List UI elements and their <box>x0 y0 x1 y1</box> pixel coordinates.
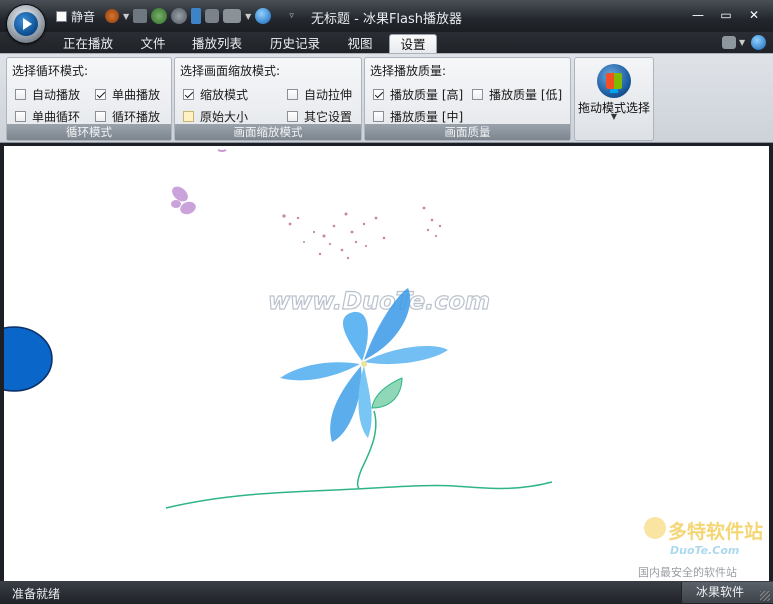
single-loop-checkbox[interactable] <box>15 111 26 122</box>
zoom-mode-group: 选择画面缩放模式: 缩放模式 自动拉伸 原始大小 其它设置 画面缩放模式 <box>174 57 362 141</box>
status-brand: 冰果软件 <box>681 582 773 603</box>
auto-play-checkbox[interactable] <box>15 89 26 100</box>
quality-medium-label: 播放质量 [中] <box>390 110 464 124</box>
status-text: 准备就绪 <box>12 587 61 601</box>
butterfly-shape <box>171 186 196 215</box>
loop-mode-footer: 循环模式 <box>7 124 171 140</box>
pink-dots-shape <box>282 206 442 260</box>
quality-medium-option[interactable]: 播放质量 [中] <box>373 108 463 125</box>
single-loop-label: 单曲循环 <box>32 110 81 124</box>
other-settings-option[interactable]: 其它设置 <box>287 108 352 125</box>
scale-mode-option[interactable]: 缩放模式 <box>183 86 248 103</box>
original-size-option[interactable]: 原始大小 <box>183 108 248 125</box>
loop-mode-heading: 选择循环模式: <box>12 64 89 78</box>
quality-group: 选择播放质量: 播放质量 [高] 播放质量 [低] 播放质量 [中] 画面质量 <box>364 57 571 141</box>
other-settings-label: 其它设置 <box>304 110 353 124</box>
status-brand-label: 冰果软件 <box>696 585 745 599</box>
maximize-button[interactable]: ▭ <box>713 6 739 24</box>
pink-mark-shape <box>217 149 227 152</box>
window-title: 无标题 - 冰果Flash播放器 <box>310 12 463 27</box>
auto-stretch-label: 自动拉伸 <box>304 88 353 102</box>
quality-high-option[interactable]: 播放质量 [高] <box>373 86 463 103</box>
auto-play-label: 自动播放 <box>32 88 81 102</box>
quality-medium-checkbox[interactable] <box>373 111 384 122</box>
ground-line-shape <box>165 481 553 509</box>
zoom-mode-footer: 画面缩放模式 <box>175 124 361 140</box>
tab-settings[interactable]: 设置 <box>389 34 437 54</box>
scale-mode-checkbox[interactable] <box>183 89 194 100</box>
original-size-checkbox[interactable] <box>183 111 194 122</box>
close-button[interactable]: ✕ <box>741 6 767 24</box>
resize-grip-icon[interactable] <box>760 591 770 601</box>
status-bar: 准备就绪 冰果软件 <box>0 581 773 604</box>
duote-logo: 多特软件站 DuoTe.Com 国内最安全的软件站 <box>638 517 763 579</box>
window-controls: — ▭ ✕ <box>685 6 767 24</box>
loop-play-checkbox[interactable] <box>95 111 106 122</box>
quality-heading: 选择播放质量: <box>370 64 447 78</box>
windows-logo-icon <box>597 64 631 98</box>
minimize-button[interactable]: — <box>685 6 711 24</box>
loop-play-option[interactable]: 循环播放 <box>95 108 160 125</box>
tab-history[interactable]: 历史记录 <box>265 34 325 54</box>
app-menu-orb-button[interactable] <box>7 5 45 43</box>
logo-domain-text: DuoTe.Com <box>670 544 739 557</box>
other-settings-checkbox[interactable] <box>287 111 298 122</box>
tab-now-playing[interactable]: 正在播放 <box>58 34 118 54</box>
zoom-mode-heading: 选择画面缩放模式: <box>180 64 281 78</box>
dropdown-arrow-icon[interactable]: ▼ <box>739 38 745 47</box>
tab-file[interactable]: 文件 <box>133 34 173 54</box>
loop-mode-group: 选择循环模式: 自动播放 单曲播放 单曲循环 循环播放 循环模式 <box>6 57 172 141</box>
quality-footer: 画面质量 <box>365 124 570 140</box>
dropdown-arrow-icon: ▼ <box>610 112 618 121</box>
quality-low-option[interactable]: 播放质量 [低] <box>472 86 562 103</box>
blue-semicircle-shape <box>4 326 53 392</box>
scale-mode-label: 缩放模式 <box>200 88 249 102</box>
tab-view[interactable]: 视图 <box>340 34 380 54</box>
quality-high-label: 播放质量 [高] <box>390 88 464 102</box>
single-play-option[interactable]: 单曲播放 <box>95 86 160 103</box>
auto-stretch-option[interactable]: 自动拉伸 <box>287 86 352 103</box>
leaf-shape <box>371 377 403 409</box>
ribbon-tabs: 正在播放 文件 播放列表 历史记录 视图 设置 ▼ <box>0 32 773 54</box>
title-bar: 静音 ▼ ▼ ▿ 无标题 - 冰果Flash播放器 — ▭ ✕ <box>0 0 773 43</box>
ribbon-panel: 选择循环模式: 自动播放 单曲播放 单曲循环 循环播放 循环模式 选择画面缩放模… <box>0 53 773 143</box>
single-loop-option[interactable]: 单曲循环 <box>15 108 80 125</box>
quality-low-label: 播放质量 [低] <box>489 88 563 102</box>
quality-low-checkbox[interactable] <box>472 89 483 100</box>
quality-high-checkbox[interactable] <box>373 89 384 100</box>
logo-brand-text: 多特软件站 <box>668 520 763 543</box>
flash-canvas[interactable]: www.DuoTe.com 多特软件站 DuoTe.Com 国内最安全的软件站 <box>4 146 769 581</box>
watermark-text: www.DuoTe.com <box>268 287 490 315</box>
auto-stretch-checkbox[interactable] <box>287 89 298 100</box>
loop-play-label: 循环播放 <box>112 110 161 124</box>
auto-play-option[interactable]: 自动播放 <box>15 86 80 103</box>
original-size-label: 原始大小 <box>200 110 249 124</box>
play-logo-icon <box>14 12 38 36</box>
flash-artwork: www.DuoTe.com 多特软件站 DuoTe.Com 国内最安全的软件站 <box>4 149 763 579</box>
tools-icon[interactable] <box>722 36 736 49</box>
single-play-label: 单曲播放 <box>112 88 161 102</box>
logo-slogan-text: 国内最安全的软件站 <box>638 565 737 579</box>
drag-mode-button[interactable]: 拖动模式选择 ▼ <box>574 57 654 141</box>
help-icon[interactable] <box>751 35 766 50</box>
single-play-checkbox[interactable] <box>95 89 106 100</box>
tab-playlist[interactable]: 播放列表 <box>187 34 247 54</box>
